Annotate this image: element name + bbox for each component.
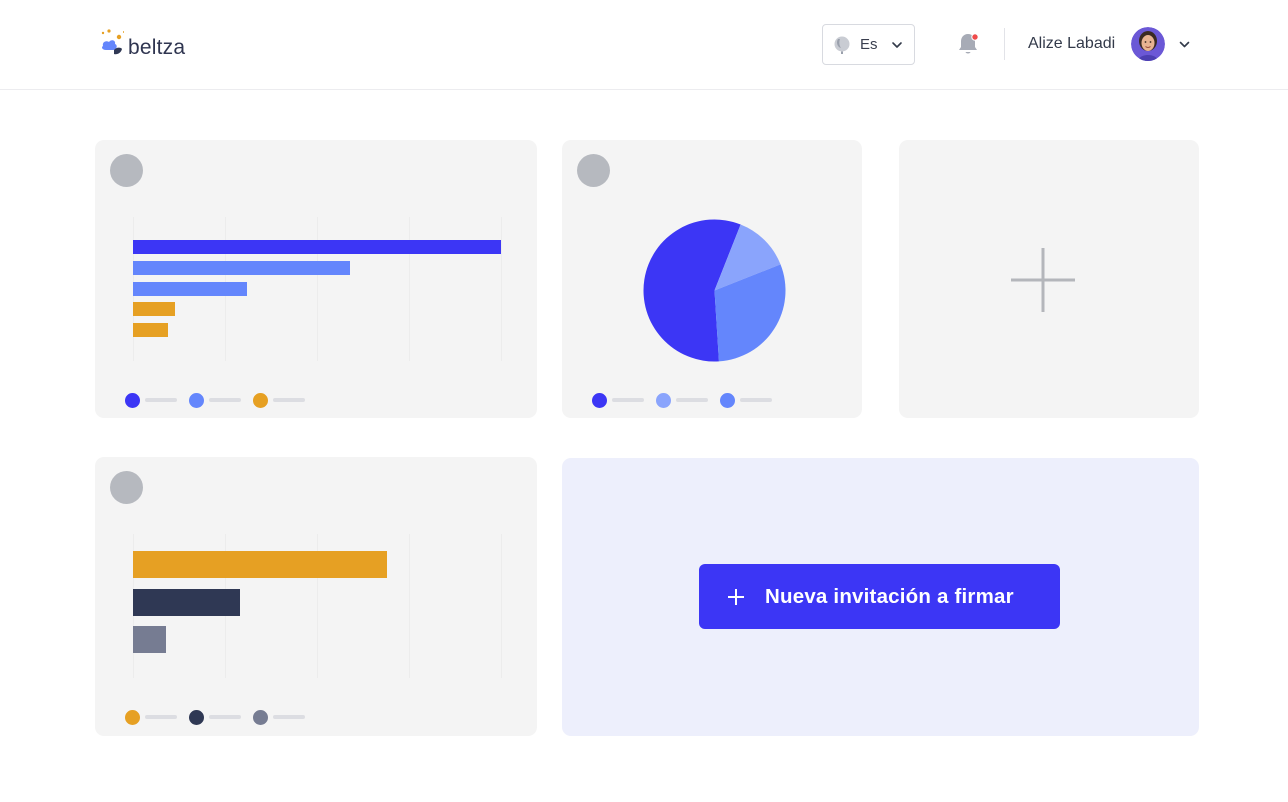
logo-icon xyxy=(101,29,124,55)
legend-item xyxy=(125,392,177,408)
legend-item xyxy=(253,709,305,725)
chart-gridline xyxy=(317,217,318,361)
language-label: Es xyxy=(860,36,878,53)
legend-swatch xyxy=(189,709,204,725)
invite-button-label: Nueva invitación a firmar xyxy=(765,584,1014,608)
legend-swatch xyxy=(253,709,268,725)
top-header: beltza Es Alize Labadi xyxy=(0,0,1288,90)
legend-label-placeholder xyxy=(740,398,772,402)
chart-legend-2 xyxy=(592,392,784,408)
chevron-down-icon xyxy=(891,41,902,48)
chart-bar xyxy=(133,323,168,337)
plus-icon xyxy=(728,588,744,605)
chart-bar xyxy=(133,240,501,254)
bell-icon[interactable] xyxy=(956,31,980,57)
chart-bar xyxy=(133,260,350,275)
chart-gridline xyxy=(409,217,410,361)
legend-item xyxy=(720,392,772,408)
header-divider xyxy=(1004,28,1005,60)
legend-swatch xyxy=(656,392,671,408)
legend-swatch xyxy=(592,392,607,408)
legend-label-placeholder xyxy=(273,398,305,402)
globe-icon xyxy=(834,36,850,54)
chart-gridline xyxy=(501,534,502,678)
language-select[interactable]: Es xyxy=(822,24,915,65)
user-name[interactable]: Alize Labadi xyxy=(1028,35,1115,53)
bar-chart-1 xyxy=(133,217,503,361)
legend-swatch xyxy=(125,709,140,725)
beltza-logo[interactable]: beltza xyxy=(100,26,210,62)
chart-legend-3 xyxy=(125,709,317,725)
avatar[interactable] xyxy=(1131,27,1165,61)
card-placeholder-dot xyxy=(577,154,610,187)
add-widget-card[interactable] xyxy=(899,140,1199,418)
bar-chart-card-2[interactable] xyxy=(95,457,537,736)
plus-icon xyxy=(1011,248,1075,312)
card-placeholder-dot xyxy=(110,154,143,187)
card-placeholder-dot xyxy=(110,471,143,504)
chart-bar xyxy=(133,302,175,317)
chart-bar xyxy=(133,551,387,578)
bar-chart-2 xyxy=(133,534,503,678)
legend-label-placeholder xyxy=(145,715,177,719)
legend-item xyxy=(253,392,305,408)
legend-swatch xyxy=(189,392,204,408)
legend-item xyxy=(189,709,241,725)
chart-bar xyxy=(133,281,247,296)
pie-chart-card[interactable] xyxy=(562,140,862,418)
legend-label-placeholder xyxy=(273,715,305,719)
chart-bar xyxy=(133,626,166,653)
invite-panel: Nueva invitación a firmar xyxy=(562,458,1199,736)
legend-swatch xyxy=(125,392,140,408)
chart-bar xyxy=(133,588,240,616)
legend-label-placeholder xyxy=(676,398,708,402)
legend-label-placeholder xyxy=(209,398,241,402)
legend-label-placeholder xyxy=(209,715,241,719)
legend-item xyxy=(592,392,644,408)
user-menu-chevron-icon[interactable] xyxy=(1178,38,1191,51)
chart-gridline xyxy=(409,534,410,678)
legend-label-placeholder xyxy=(145,398,177,402)
legend-label-placeholder xyxy=(612,398,644,402)
bar-chart-card-1[interactable] xyxy=(95,140,537,418)
legend-item xyxy=(189,392,241,408)
pie-chart xyxy=(643,219,786,362)
chart-legend-1 xyxy=(125,392,317,408)
logo-text: beltza xyxy=(128,36,186,59)
new-signature-invite-button[interactable]: Nueva invitación a firmar xyxy=(699,564,1060,629)
legend-item xyxy=(125,709,177,725)
chart-gridline xyxy=(501,217,502,361)
legend-item xyxy=(656,392,708,408)
legend-swatch xyxy=(720,392,735,408)
legend-swatch xyxy=(253,392,268,408)
